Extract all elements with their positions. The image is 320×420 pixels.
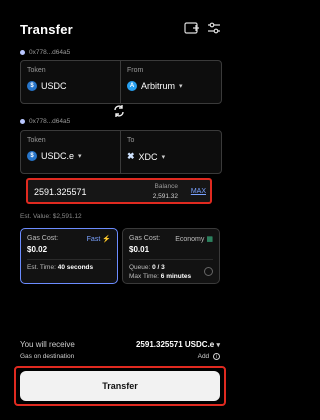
gas-option-fast[interactable]: Gas Cost: Fast ⚡ $0.02 Est. Time: 40 sec… bbox=[20, 228, 118, 284]
wallet-add-icon[interactable] bbox=[184, 21, 200, 35]
gas-on-destination-label: Gas on destination bbox=[20, 353, 75, 360]
receive-value[interactable]: 2591.325571 USDC.e ▾ bbox=[136, 340, 220, 349]
destination-network-value: ✖ XDC ▾ bbox=[127, 151, 165, 162]
header: Transfer bbox=[0, 0, 240, 48]
fast-gas-cost: $0.02 bbox=[27, 245, 48, 254]
usdc-icon: $ bbox=[27, 151, 37, 161]
source-token-label: Token bbox=[27, 67, 46, 74]
destination-token-text: USDC.e bbox=[41, 151, 75, 161]
fast-est-time: Est. Time: 40 seconds bbox=[27, 264, 93, 271]
balance-value: 2,591.32 bbox=[152, 193, 178, 200]
source-network-text: Arbitrum bbox=[141, 81, 176, 91]
gas-option-economy[interactable]: Gas Cost: Economy ▦ $0.01 Queue: 0 / 3 M… bbox=[122, 228, 220, 284]
address-dot-icon bbox=[20, 119, 25, 124]
economy-queue: Queue: 0 / 3 bbox=[129, 264, 165, 271]
address-dot-icon bbox=[20, 50, 25, 55]
receive-amount: 2591.325571 USDC.e bbox=[135, 340, 215, 349]
queue-label: Queue: bbox=[129, 264, 151, 271]
fast-mode-label: Fast bbox=[86, 235, 101, 243]
source-pair: Token $ USDC From A Arbitrum ▾ bbox=[20, 60, 222, 104]
source-address: 0x778...d64a5 bbox=[20, 49, 70, 56]
destination-network-text: XDC bbox=[138, 151, 158, 162]
chevron-down-icon: ▾ bbox=[161, 153, 166, 161]
source-network-value: A Arbitrum ▾ bbox=[127, 81, 183, 91]
est-time-value: 40 seconds bbox=[57, 264, 94, 271]
balance-label: Balance bbox=[154, 183, 179, 190]
settings-sliders-icon[interactable] bbox=[206, 21, 222, 35]
to-label: To bbox=[127, 137, 135, 144]
usdc-icon: $ bbox=[27, 81, 37, 91]
economy-radio[interactable] bbox=[204, 267, 213, 276]
transfer-button[interactable]: Transfer bbox=[20, 371, 220, 401]
swap-direction-icon[interactable] bbox=[112, 104, 126, 118]
queue-value: 0 / 3 bbox=[152, 264, 165, 271]
bus-icon: ▦ bbox=[206, 236, 213, 243]
destination-token-value: $ USDC.e ▾ bbox=[27, 151, 82, 161]
xdc-icon: ✖ bbox=[127, 151, 135, 161]
amount-value[interactable]: 2591.325571 bbox=[34, 187, 87, 197]
source-network-select[interactable]: From A Arbitrum ▾ bbox=[121, 61, 221, 103]
destination-address-text: 0x778...d64a5 bbox=[29, 118, 71, 125]
economy-mode: Economy ▦ bbox=[175, 235, 213, 244]
source-address-text: 0x778...d64a5 bbox=[29, 49, 71, 56]
max-button[interactable]: MAX bbox=[191, 188, 206, 195]
destination-network-select[interactable]: To ✖ XDC ▾ bbox=[121, 131, 221, 173]
amount-input[interactable]: 2591.325571 Balance 2,591.32 MAX bbox=[26, 178, 212, 204]
transfer-highlight: Transfer bbox=[14, 366, 226, 406]
add-gas-button[interactable]: Add i bbox=[198, 353, 220, 360]
info-icon: i bbox=[213, 353, 220, 360]
economy-gas-cost: $0.01 bbox=[129, 245, 150, 254]
source-token-text: USDC bbox=[41, 81, 67, 91]
destination-token-label: Token bbox=[27, 137, 46, 144]
source-token-select[interactable]: Token $ USDC bbox=[21, 61, 121, 103]
est-time-label: Est. Time: bbox=[27, 264, 56, 271]
economy-mode-label: Economy bbox=[175, 235, 205, 243]
divider bbox=[27, 259, 111, 260]
estimated-value: Est. Value: $2,591.12 bbox=[20, 213, 82, 220]
chevron-down-icon: ▾ bbox=[78, 153, 82, 160]
destination-token-select[interactable]: Token $ USDC.e ▾ bbox=[21, 131, 121, 173]
page-title: Transfer bbox=[20, 22, 73, 37]
arbitrum-icon: A bbox=[127, 81, 137, 91]
chevron-down-icon: ▾ bbox=[179, 83, 183, 90]
divider bbox=[129, 259, 213, 260]
destination-pair: Token $ USDC.e ▾ To ✖ XDC ▾ bbox=[20, 130, 222, 174]
gas-on-destination-row: Gas on destination Add i bbox=[20, 353, 220, 360]
destination-address: 0x778...d64a5 bbox=[20, 118, 70, 125]
from-label: From bbox=[127, 67, 144, 74]
max-time-label: Max Time: bbox=[129, 273, 159, 280]
source-token-value: $ USDC bbox=[27, 81, 67, 91]
add-gas-label: Add bbox=[197, 353, 210, 360]
fast-mode: Fast ⚡ bbox=[86, 235, 111, 244]
gas-cost-label: Gas Cost: bbox=[129, 235, 161, 242]
lightning-icon: ⚡ bbox=[102, 236, 111, 243]
chevron-down-icon: ▾ bbox=[216, 342, 220, 349]
gas-cost-label: Gas Cost: bbox=[27, 235, 59, 242]
economy-max-time: Max Time: 6 minutes bbox=[129, 273, 191, 280]
receive-label: You will receive bbox=[20, 340, 75, 349]
max-time-value: 6 minutes bbox=[160, 273, 192, 280]
